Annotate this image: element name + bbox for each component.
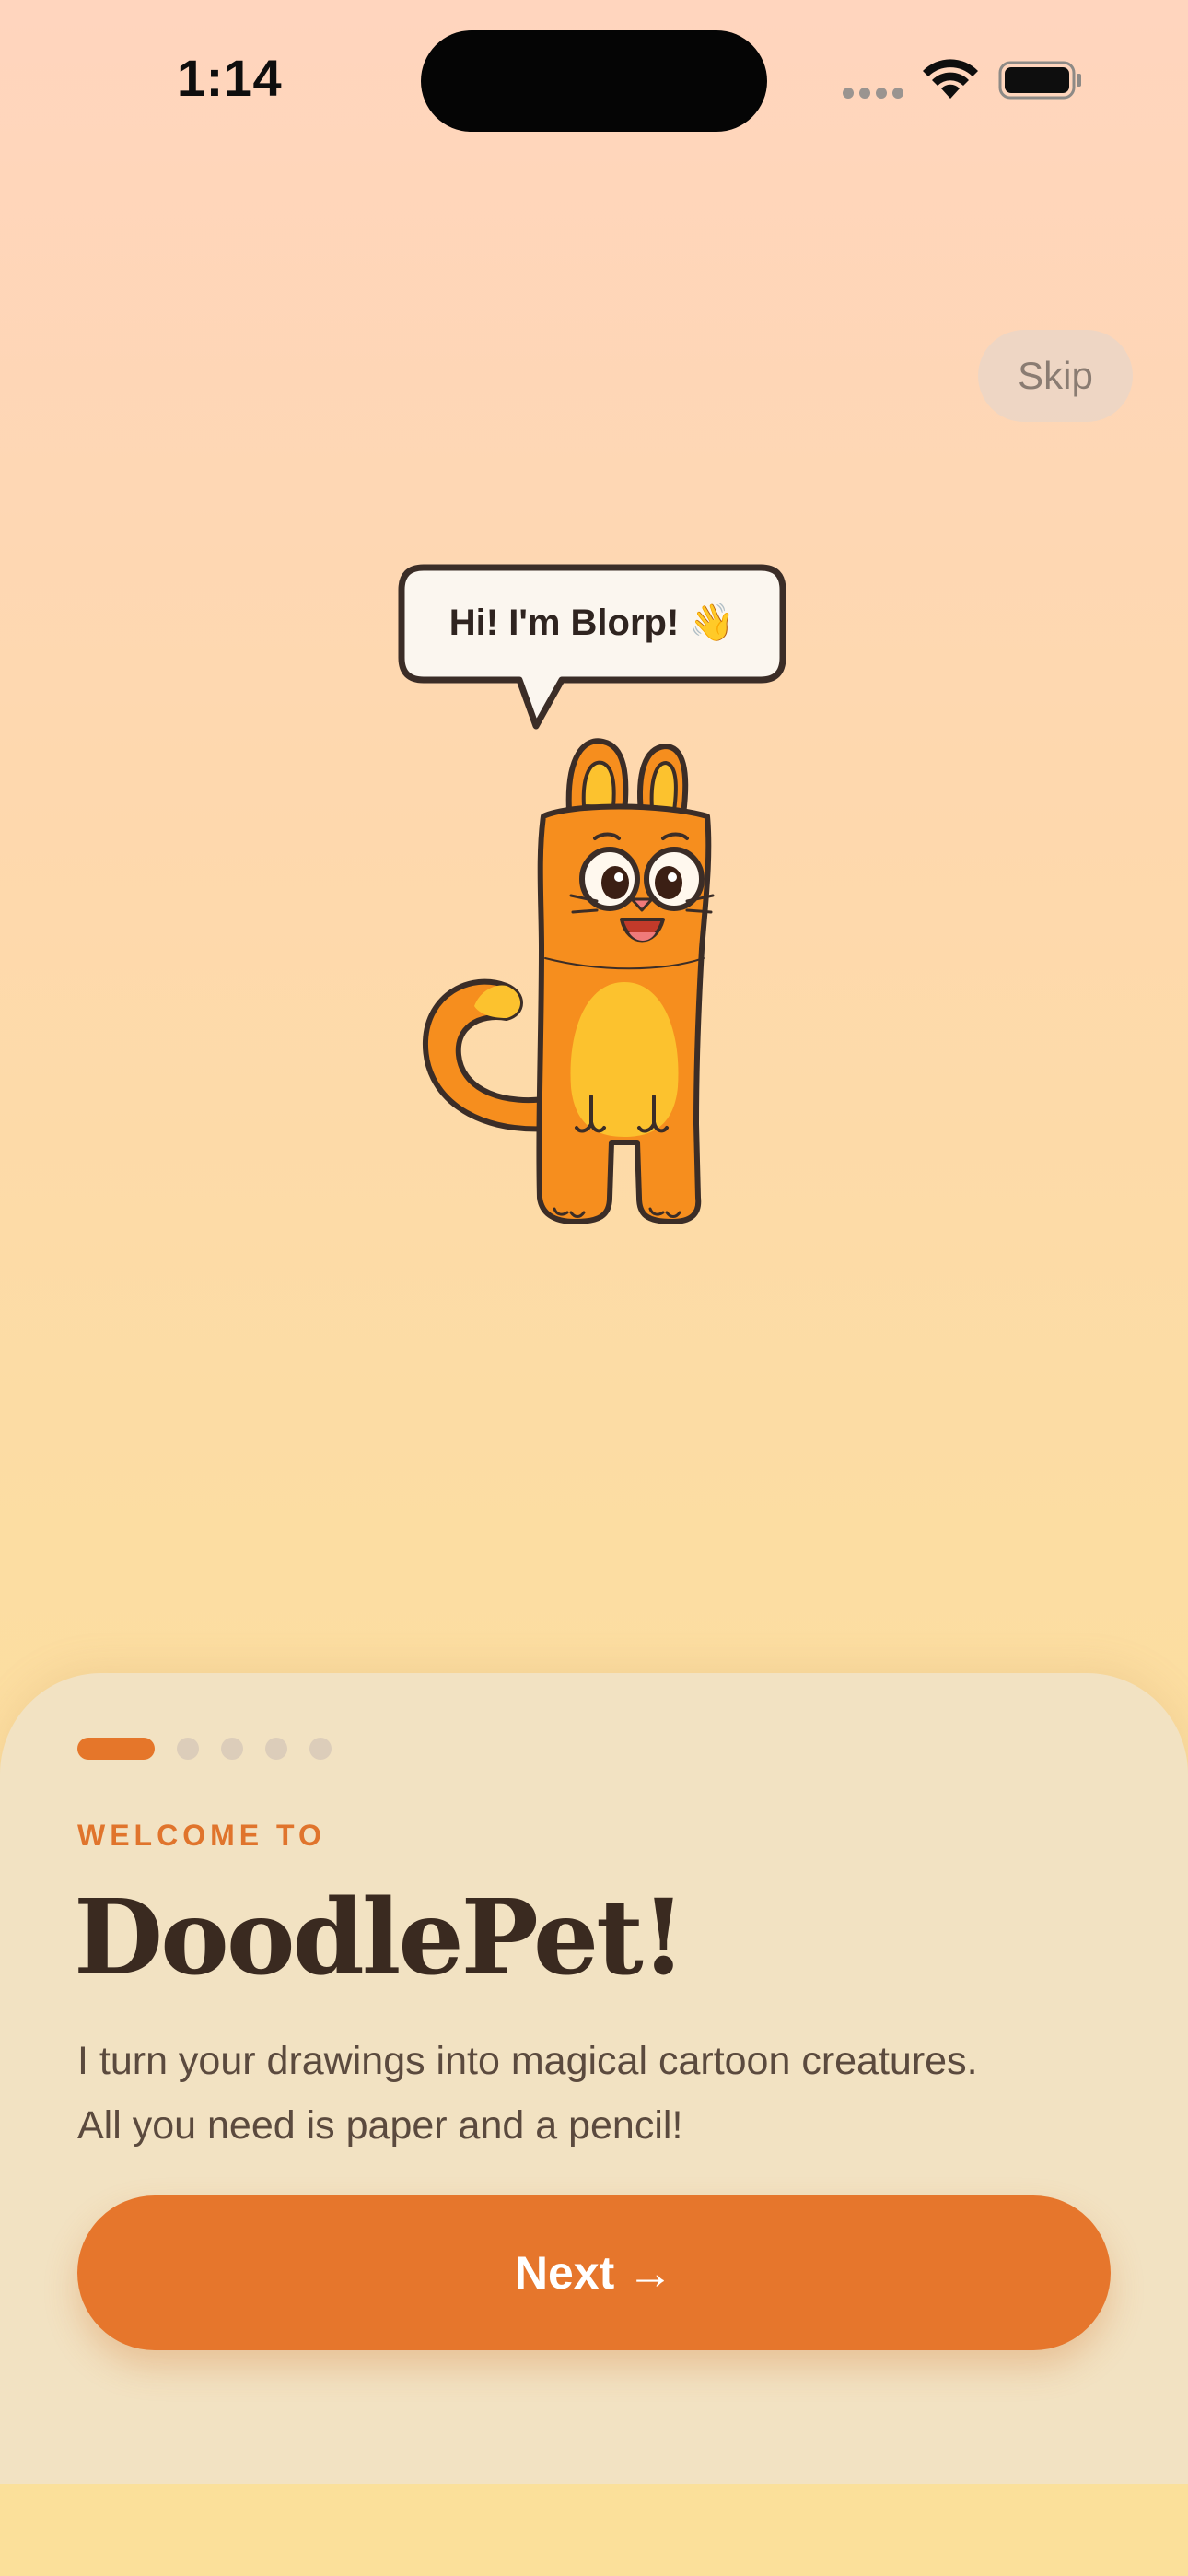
- app-title: DoodlePet!: [74, 1878, 686, 1998]
- page-dot-active: [77, 1738, 155, 1760]
- page-dot: [221, 1738, 243, 1760]
- home-indicator-area: [0, 2484, 1188, 2576]
- battery-icon: [998, 61, 1081, 100]
- next-button[interactable]: Next →: [77, 2195, 1111, 2350]
- intro-line-1: I turn your drawings into magical cartoo…: [77, 2039, 978, 2083]
- intro-line-2: All you need is paper and a pencil!: [77, 2103, 683, 2148]
- skip-button[interactable]: Skip: [978, 330, 1133, 422]
- cat-mascot-illustration: [422, 738, 715, 1224]
- cellular-dots-icon: [843, 88, 905, 99]
- page-dot: [177, 1738, 199, 1760]
- status-bar: 1:14: [0, 0, 1188, 157]
- intro-text: I turn your drawings into magical cartoo…: [77, 2029, 1127, 2158]
- page-dot: [309, 1738, 332, 1760]
- wifi-icon: [923, 59, 978, 99]
- status-time: 1:14: [177, 49, 283, 107]
- dynamic-island: [421, 30, 767, 132]
- onboarding-card: WELCOME TO DoodlePet! I turn your drawin…: [0, 1673, 1188, 2484]
- page-dot: [265, 1738, 287, 1760]
- eyebrow-label: WELCOME TO: [77, 1819, 326, 1852]
